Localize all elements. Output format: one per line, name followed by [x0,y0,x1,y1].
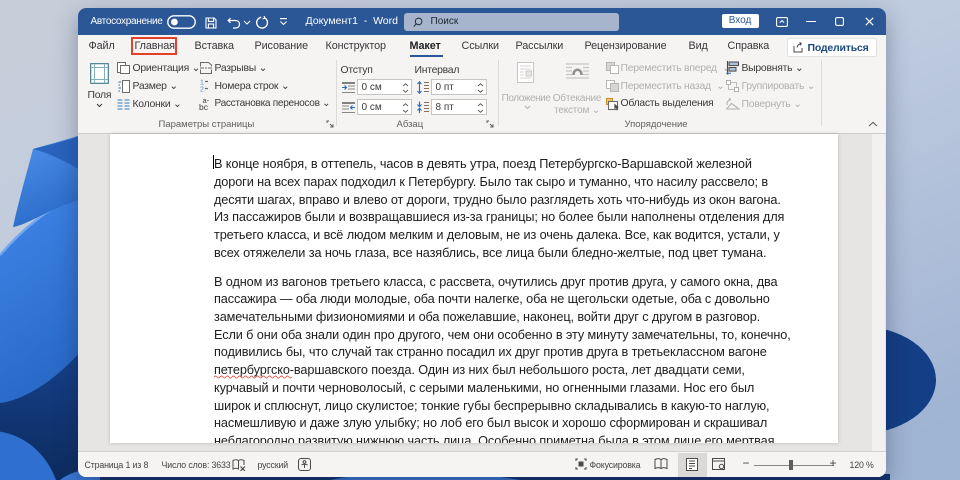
svg-text:2: 2 [200,87,204,93]
svg-text:1: 1 [200,80,204,87]
svg-text:bc: bc [199,102,209,111]
